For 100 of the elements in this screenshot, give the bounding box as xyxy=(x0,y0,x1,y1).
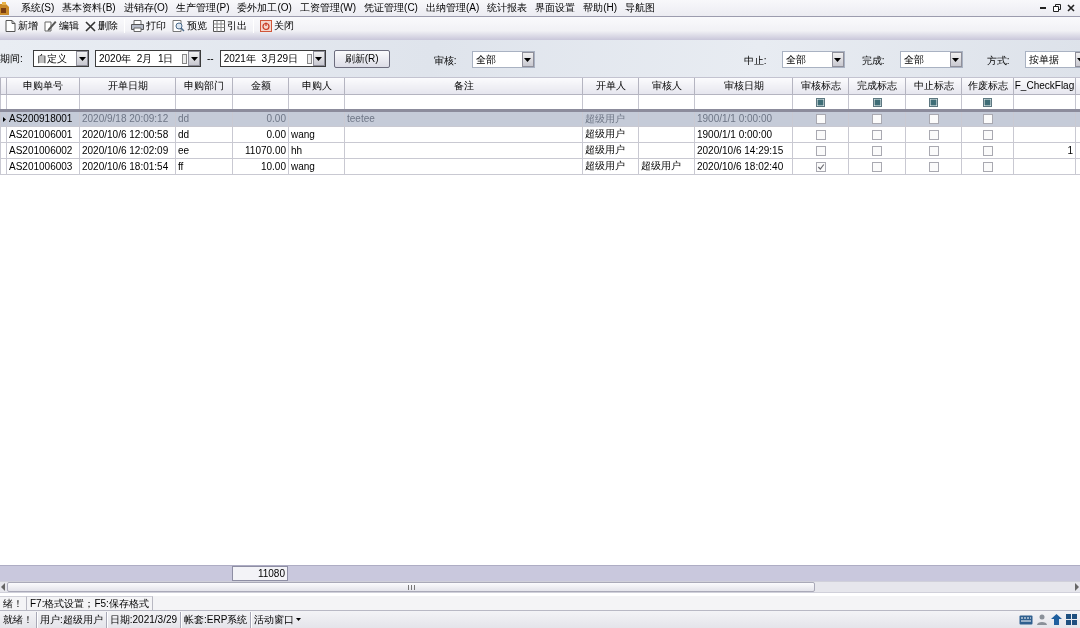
refresh-button[interactable]: 刷新(R) xyxy=(333,49,390,68)
checkbox[interactable] xyxy=(928,129,939,140)
toolbar-button[interactable]: 关闭 xyxy=(257,18,297,34)
checkbox[interactable] xyxy=(982,161,993,172)
caret-icon xyxy=(524,57,532,62)
menu-item[interactable]: 系统(S) xyxy=(17,0,59,16)
horizontal-scrollbar[interactable] xyxy=(0,581,1080,593)
checkbox[interactable] xyxy=(928,114,939,125)
checkbox[interactable] xyxy=(982,145,993,156)
column-header[interactable]: 金额 xyxy=(232,78,289,94)
field-label: 期间: xyxy=(0,51,24,66)
checkbox[interactable] xyxy=(872,114,882,125)
grip-icon xyxy=(407,584,415,590)
checkbox[interactable] xyxy=(872,129,882,140)
column-header[interactable]: 审核日期 xyxy=(694,78,793,94)
toolbar-button[interactable]: 新增 xyxy=(2,18,41,34)
table-cell: 超级用户 xyxy=(585,160,625,171)
column-header[interactable]: 申购单号 xyxy=(6,78,80,94)
table-cell: 超级用户 xyxy=(585,144,625,155)
status-panel: 帐套:ERP系统 xyxy=(181,611,252,628)
printer-icon xyxy=(131,20,144,32)
select-field[interactable]: 按单据 xyxy=(1024,51,1080,68)
column-header[interactable]: 申购人 xyxy=(288,78,345,94)
dropdown-button[interactable] xyxy=(188,51,200,66)
checkbox[interactable] xyxy=(815,145,826,156)
table-cell: 10.00 xyxy=(260,160,286,172)
checkbox[interactable] xyxy=(816,97,825,107)
menu-item[interactable]: 界面设置 xyxy=(531,0,580,16)
menu-item[interactable]: 基本资料(B) xyxy=(58,0,120,16)
field-label: 审核: xyxy=(433,53,458,68)
checkbox[interactable] xyxy=(815,129,826,140)
checkbox[interactable] xyxy=(928,145,939,156)
toolbar-button[interactable]: 打印 xyxy=(128,18,169,34)
date-field[interactable]: 2021年 3月29日 xyxy=(219,50,326,67)
table-cell: AS201006003 xyxy=(9,160,73,172)
menu-item[interactable]: 工资管理(W) xyxy=(295,0,361,16)
dropdown-button[interactable] xyxy=(76,51,88,66)
period-select[interactable]: 自定义 xyxy=(33,50,89,67)
column-header[interactable]: 审核人 xyxy=(638,78,695,94)
checkbox[interactable] xyxy=(872,97,882,107)
menu-item[interactable]: 生产管理(P) xyxy=(172,0,234,16)
column-header[interactable]: 审核标志 xyxy=(792,78,849,94)
status-panel: 日期:2021/3/29 xyxy=(106,611,182,628)
app-icon[interactable] xyxy=(0,1,9,15)
column-header[interactable]: 完成标志 xyxy=(848,78,906,94)
field-label: 完成: xyxy=(861,53,886,68)
column-header[interactable]: 中止标志 xyxy=(905,78,962,94)
checkbox[interactable] xyxy=(929,97,938,107)
column-header[interactable]: F_CheckFlag xyxy=(1013,78,1076,94)
checkbox[interactable] xyxy=(815,114,826,125)
checkbox[interactable] xyxy=(815,161,826,172)
column-header[interactable]: 开单人 xyxy=(582,78,639,94)
select-field[interactable]: 全部 xyxy=(781,51,845,68)
checkbox[interactable] xyxy=(982,114,993,125)
column-header[interactable]: 开单日期 xyxy=(79,78,176,94)
table-cell: ee xyxy=(178,144,190,156)
caret-icon xyxy=(190,56,198,61)
checkbox[interactable] xyxy=(928,161,939,172)
dropdown-button[interactable] xyxy=(831,52,844,67)
menu-item[interactable]: 帮助(H) xyxy=(579,0,622,16)
toolbar-button[interactable]: 删除 xyxy=(82,18,121,34)
toolbar-button[interactable]: 预览 xyxy=(169,18,210,34)
menu-item[interactable]: 导航图 xyxy=(621,0,660,16)
checkbox[interactable] xyxy=(982,129,993,140)
small-rectangle-icon xyxy=(182,53,187,64)
scrollbar-thumb[interactable] xyxy=(7,582,815,592)
dropdown-button[interactable] xyxy=(949,52,962,67)
table-cell: dd xyxy=(178,113,190,124)
select-field[interactable]: 全部 xyxy=(899,51,963,68)
caret-icon xyxy=(315,56,323,61)
date-field[interactable]: 2020年 2月 1日 xyxy=(95,50,201,67)
keyboard-icon[interactable] xyxy=(1019,614,1033,625)
menu-item[interactable]: 出纳管理(A) xyxy=(421,0,484,16)
restore-button[interactable] xyxy=(1052,2,1062,14)
checkbox[interactable] xyxy=(872,161,882,172)
small-rectangle-icon xyxy=(306,53,312,64)
window-menu[interactable]: 活动窗口 xyxy=(251,611,305,628)
scroll-right-icon[interactable] xyxy=(1074,583,1080,591)
dropdown-button[interactable] xyxy=(521,52,534,67)
menu-item[interactable]: 委外加工(O) xyxy=(233,0,296,16)
select-field[interactable]: 全部 xyxy=(471,51,535,68)
column-header[interactable]: 申购部门 xyxy=(175,78,233,94)
checkbox[interactable] xyxy=(872,145,882,156)
menu-item[interactable]: 凭证管理(C) xyxy=(360,0,422,16)
column-header[interactable]: 备注 xyxy=(344,78,583,94)
menu-item[interactable]: 进销存(O) xyxy=(119,0,173,16)
menu-item[interactable]: 统计报表 xyxy=(483,0,532,16)
table-cell: 2020/10/6 12:02:09 xyxy=(82,144,169,156)
table-cell: AS201006002 xyxy=(9,144,73,156)
checkbox[interactable] xyxy=(983,97,992,107)
arrow-up-icon[interactable] xyxy=(1051,614,1062,625)
dropdown-button[interactable] xyxy=(312,51,325,66)
column-header[interactable]: 作废标志 xyxy=(961,78,1014,94)
close-button[interactable] xyxy=(1066,2,1076,14)
toolbar-button[interactable]: 编辑 xyxy=(41,18,82,34)
grid-icon[interactable] xyxy=(1066,614,1077,625)
user-icon[interactable] xyxy=(1037,614,1047,625)
table-cell: wang xyxy=(291,160,315,172)
status-panel: 就绪！ xyxy=(0,611,37,628)
toolbar-button[interactable]: 引出 xyxy=(210,18,250,34)
